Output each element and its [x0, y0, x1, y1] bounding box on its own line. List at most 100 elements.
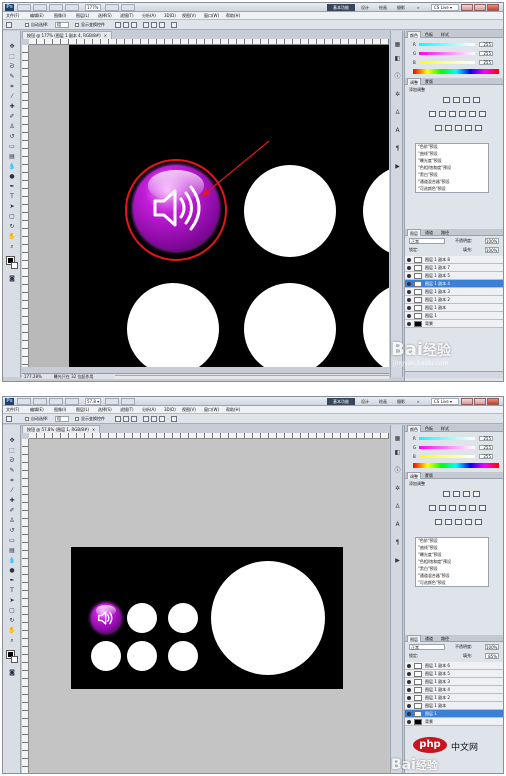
- preset-hue-saturation[interactable]: "色相/饱和度"预设: [418, 559, 451, 565]
- quick-select-tool-icon[interactable]: ✎: [7, 73, 17, 81]
- eye-icon[interactable]: [407, 680, 411, 684]
- align-bottom-icon[interactable]: [131, 416, 137, 422]
- vibrance-icon[interactable]: [429, 111, 436, 117]
- healing-tool-icon[interactable]: ✚: [7, 103, 17, 111]
- preset-black-white[interactable]: "黑白"预设: [418, 172, 438, 178]
- eye-icon[interactable]: [407, 266, 411, 270]
- layer-row[interactable]: 图层 1: [405, 312, 503, 320]
- zoom-tool-icon[interactable]: ⌕: [7, 243, 17, 251]
- navigator-icon[interactable]: ◧: [394, 55, 401, 62]
- workspace-essentials[interactable]: 基本功能: [327, 4, 355, 11]
- histogram-icon[interactable]: ▦: [394, 435, 401, 442]
- layer-row-selected[interactable]: 图层 1: [405, 710, 503, 718]
- preset-exposure[interactable]: "曝光度"预设: [418, 552, 442, 558]
- eye-icon[interactable]: [407, 290, 411, 294]
- threshold-icon[interactable]: [455, 519, 462, 525]
- preset-channel-mixer[interactable]: "通道混合器"预设: [418, 179, 450, 185]
- menu-help[interactable]: 帮助(H): [226, 406, 240, 414]
- eye-icon[interactable]: [407, 712, 411, 716]
- preset-black-white[interactable]: "黑白"预设: [418, 566, 438, 572]
- launch-bridge-button[interactable]: [17, 398, 31, 405]
- fill-input[interactable]: 85%: [485, 653, 499, 659]
- preset-levels[interactable]: "色阶"预设: [418, 538, 438, 544]
- distribute-top-icon[interactable]: [143, 22, 149, 28]
- color-balance-icon[interactable]: [449, 111, 456, 117]
- curves-icon[interactable]: [463, 97, 470, 103]
- actions-icon[interactable]: ▶: [394, 557, 401, 564]
- dodge-tool-icon[interactable]: ●: [7, 173, 17, 181]
- eye-icon[interactable]: [407, 672, 411, 676]
- path-select-tool-icon[interactable]: ➤: [7, 597, 17, 605]
- menu-select[interactable]: 选择(S): [98, 406, 112, 414]
- type-tool-icon[interactable]: T: [7, 587, 17, 595]
- tab-styles[interactable]: 样式: [439, 31, 451, 38]
- hand-tool-icon[interactable]: ✋: [7, 627, 17, 635]
- opacity-input[interactable]: 100%: [485, 644, 499, 650]
- quick-mask-icon[interactable]: ◙: [7, 275, 17, 283]
- canvas[interactable]: [71, 547, 343, 689]
- auto-align-icon[interactable]: [171, 22, 177, 28]
- selective-color-icon[interactable]: [475, 125, 482, 131]
- tab-color[interactable]: 颜色: [407, 425, 421, 432]
- eye-icon[interactable]: [407, 720, 411, 724]
- fill-input[interactable]: 100%: [485, 247, 499, 253]
- levels-icon[interactable]: [453, 491, 460, 497]
- 3d-rotate-tool-icon[interactable]: ↻: [7, 223, 17, 231]
- menu-3d[interactable]: 3D(D): [164, 12, 176, 20]
- tab-channels[interactable]: 通道: [423, 635, 435, 642]
- close-button[interactable]: [487, 4, 499, 11]
- layer-row[interactable]: 图层 1 副本 3: [405, 678, 503, 686]
- distribute-bottom-icon[interactable]: [159, 22, 165, 28]
- preset-hue-saturation[interactable]: "色相/饱和度"预设: [418, 165, 451, 171]
- auto-align-icon[interactable]: [171, 416, 177, 422]
- layer-row[interactable]: 图层 1 副本 5: [405, 670, 503, 678]
- maximize-button[interactable]: [474, 4, 486, 11]
- auto-select-target[interactable]: 组: [55, 416, 69, 422]
- tab-channels[interactable]: 通道: [423, 229, 435, 236]
- eye-icon[interactable]: [407, 298, 411, 302]
- layer-row-background[interactable]: 背景: [405, 718, 503, 726]
- menu-filter[interactable]: 滤镜(T): [120, 406, 134, 414]
- workspace-more[interactable]: »: [417, 398, 419, 405]
- preset-selective-color[interactable]: "可选颜色"预设: [418, 580, 446, 586]
- menu-analysis[interactable]: 分析(A): [142, 12, 156, 20]
- menu-edit[interactable]: 编辑(E): [30, 12, 44, 20]
- clone-source-icon[interactable]: ♙: [394, 503, 401, 510]
- layer-row[interactable]: 图层 1 副本 5: [405, 272, 503, 280]
- document-area[interactable]: [29, 45, 389, 367]
- auto-select-checkbox[interactable]: [25, 23, 29, 27]
- menu-layer[interactable]: 图层(L): [76, 12, 89, 20]
- zoom-tool-button[interactable]: [65, 398, 79, 405]
- shape-tool-icon[interactable]: ▢: [7, 213, 17, 221]
- eye-icon[interactable]: [407, 322, 411, 326]
- blue-slider[interactable]: [419, 455, 475, 458]
- minimize-button[interactable]: [461, 398, 473, 405]
- green-value-input[interactable]: 255: [479, 51, 493, 56]
- distribute-top-icon[interactable]: [143, 416, 149, 422]
- align-top-icon[interactable]: [115, 22, 121, 28]
- layer-row-background[interactable]: 背景: [405, 320, 503, 328]
- color-spectrum-bar[interactable]: [413, 463, 499, 468]
- tab-layers[interactable]: 图层: [407, 635, 421, 642]
- curves-icon[interactable]: [463, 491, 470, 497]
- zoom-level-select[interactable]: 177% ▾: [85, 4, 101, 16]
- path-select-tool-icon[interactable]: ➤: [7, 203, 17, 211]
- photo-filter-icon[interactable]: [469, 111, 476, 117]
- posterize-icon[interactable]: [445, 125, 452, 131]
- gradient-map-icon[interactable]: [465, 125, 472, 131]
- zoom-tool-icon[interactable]: ⌕: [7, 637, 17, 645]
- eraser-tool-icon[interactable]: ▭: [7, 143, 17, 151]
- paragraph-icon[interactable]: ¶: [394, 145, 401, 152]
- invert-icon[interactable]: [435, 519, 442, 525]
- horizontal-scrollbar[interactable]: [115, 375, 389, 379]
- eye-icon[interactable]: [407, 282, 411, 286]
- show-transform-checkbox[interactable]: [75, 23, 79, 27]
- brush-presets-icon[interactable]: ✲: [394, 485, 401, 492]
- maximize-button[interactable]: [474, 398, 486, 405]
- tab-swatches[interactable]: 色板: [423, 31, 435, 38]
- layer-row[interactable]: 图层 1 副本: [405, 702, 503, 710]
- selective-color-icon[interactable]: [475, 519, 482, 525]
- green-slider[interactable]: [419, 446, 475, 449]
- distribute-bottom-icon[interactable]: [159, 416, 165, 422]
- preset-channel-mixer[interactable]: "通道混合器"预设: [418, 573, 450, 579]
